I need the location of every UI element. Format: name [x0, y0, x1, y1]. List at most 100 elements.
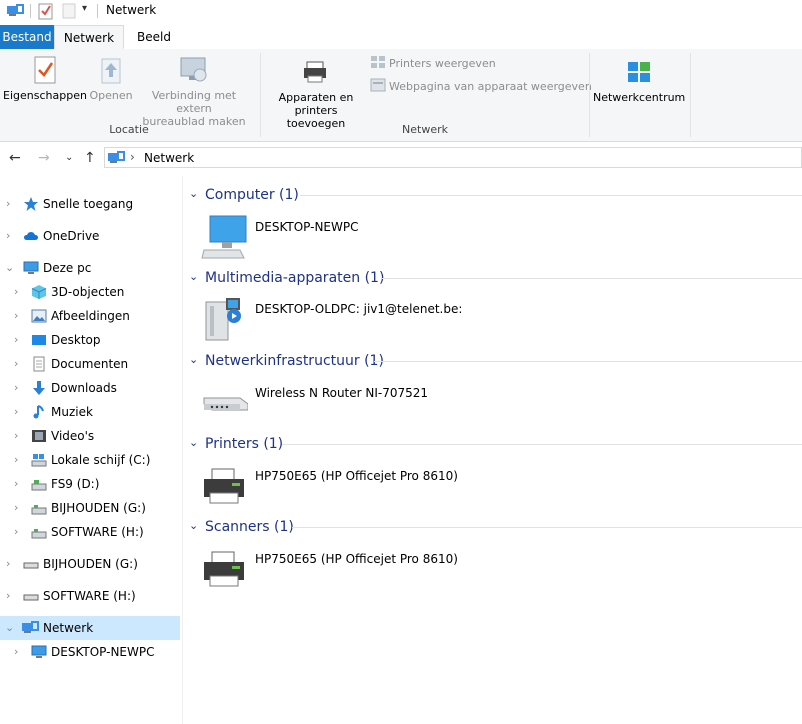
sidebar-item-3d-objecten[interactable]: › 3D-objecten — [0, 280, 180, 304]
collapse-chevron-icon[interactable]: ⌄ — [5, 261, 14, 274]
group-title: Multimedia-apparaten (1) — [205, 270, 385, 286]
tab-netwerk[interactable]: Netwerk — [54, 25, 124, 49]
computer-icon — [31, 645, 47, 658]
group-divider — [282, 444, 802, 445]
collapse-chevron-icon[interactable]: ⌄ — [189, 187, 198, 200]
sidebar-item-label: Afbeeldingen — [51, 309, 130, 323]
expand-chevron-icon[interactable]: › — [6, 557, 10, 570]
sidebar-item-label: Netwerk — [43, 621, 94, 635]
sidebar-item-desktop[interactable]: › Desktop — [0, 328, 180, 352]
desktop-icon — [32, 335, 46, 345]
sidebar-item-label: Desktop — [51, 333, 101, 347]
expand-chevron-icon[interactable]: › — [6, 197, 10, 210]
add-printer-icon — [304, 61, 326, 83]
sidebar-item-label: Deze pc — [43, 261, 92, 275]
address-bar[interactable]: › Netwerk — [104, 147, 802, 168]
sidebar-item-netwerk[interactable]: ⌄ Netwerk — [0, 616, 180, 640]
new-folder-icon[interactable] — [62, 3, 76, 19]
expand-chevron-icon[interactable]: › — [14, 381, 18, 394]
group-header-printers[interactable]: ⌄ Printers (1) — [189, 436, 284, 454]
expand-chevron-icon[interactable]: › — [14, 429, 18, 442]
device-item-desktop-oldpc[interactable]: DESKTOP-OLDPC: jiv1@telenet.be: — [200, 296, 462, 346]
collapse-chevron-icon[interactable]: ⌄ — [5, 621, 14, 634]
title-bar: ▾ Netwerk — [0, 0, 802, 22]
device-item-scanner-hp750e65[interactable]: HP750E65 (HP Officejet Pro 8610) — [200, 546, 480, 596]
customize-toolbar-chevron-icon[interactable]: ▾ — [82, 3, 87, 14]
sidebar-item-snelle-toegang[interactable]: › Snelle toegang — [0, 192, 180, 216]
cloud-icon — [24, 232, 38, 240]
eigenschappen-label: Eigenschappen — [3, 89, 87, 102]
recent-locations-chevron-icon[interactable]: ⌄ — [65, 152, 73, 163]
sidebar-item-label: SOFTWARE (H:) — [43, 589, 136, 603]
sidebar-item-label: BIJHOUDEN (G:) — [43, 557, 138, 571]
properties-icon[interactable] — [38, 2, 54, 20]
expand-chevron-icon[interactable]: › — [14, 501, 18, 514]
sidebar-item-downloads[interactable]: › Downloads — [0, 376, 180, 400]
sidebar-item-muziek[interactable]: › Muziek — [0, 400, 180, 424]
device-item-wireless-router[interactable]: Wireless N Router NI-707521 — [200, 380, 460, 430]
expand-chevron-icon[interactable]: › — [6, 589, 10, 602]
netwerkcentrum-button[interactable]: Netwerkcentrum — [593, 59, 685, 104]
expand-chevron-icon[interactable]: › — [14, 405, 18, 418]
device-label: HP750E65 (HP Officejet Pro 8610) — [255, 552, 458, 566]
star-icon — [24, 197, 38, 211]
expand-chevron-icon[interactable]: › — [14, 357, 18, 370]
webpagina-apparaat-button[interactable]: Webpagina van apparaat weergeven — [370, 78, 592, 94]
group-header-scanners[interactable]: ⌄ Scanners (1) — [189, 519, 294, 537]
back-arrow-icon[interactable]: ← — [9, 150, 21, 166]
drive-icon — [23, 562, 39, 569]
sidebar-item-documenten[interactable]: › Documenten — [0, 352, 180, 376]
printers-weergeven-button[interactable]: Printers weergeven — [370, 55, 496, 71]
sidebar-item-onedrive[interactable]: › OneDrive — [0, 224, 180, 248]
apparaten-printers-toevoegen-button[interactable]: Apparaten en printers toevoegen — [264, 59, 368, 130]
sidebar-item-software-h[interactable]: › SOFTWARE (H:) — [0, 584, 180, 608]
collapse-chevron-icon[interactable]: ⌄ — [189, 353, 198, 366]
group-header-netwerkinfrastructuur[interactable]: ⌄ Netwerkinfrastructuur (1) — [189, 353, 384, 371]
sidebar-item-fs9-d[interactable]: › FS9 (D:) — [0, 472, 180, 496]
group-separator — [589, 53, 590, 137]
device-item-desktop-newpc[interactable]: DESKTOP-NEWPC — [200, 214, 460, 264]
group-title: Printers (1) — [205, 436, 284, 452]
video-icon — [32, 430, 46, 442]
collapse-chevron-icon[interactable]: ⌄ — [189, 436, 198, 449]
network-icon[interactable] — [6, 3, 24, 19]
ribbon: Eigenschappen Openen Verbinding met exte… — [0, 49, 802, 142]
sidebar-item-afbeeldingen[interactable]: › Afbeeldingen — [0, 304, 180, 328]
up-arrow-icon[interactable]: ↑ — [84, 150, 96, 166]
expand-chevron-icon[interactable]: › — [14, 477, 18, 490]
forward-arrow-icon[interactable]: → — [38, 150, 50, 166]
eigenschappen-button[interactable]: Eigenschappen — [3, 55, 87, 102]
collapse-chevron-icon[interactable]: ⌄ — [189, 270, 198, 283]
group-header-multimedia-apparaten[interactable]: ⌄ Multimedia-apparaten (1) — [189, 270, 385, 288]
expand-chevron-icon[interactable]: › — [14, 453, 18, 466]
collapse-chevron-icon[interactable]: ⌄ — [189, 519, 198, 532]
breadcrumb-netwerk[interactable]: Netwerk — [144, 151, 194, 165]
sidebar-item-label: OneDrive — [43, 229, 100, 243]
group-title: Netwerkinfrastructuur (1) — [205, 353, 384, 369]
sidebar-item-videos[interactable]: › Video's — [0, 424, 180, 448]
music-icon — [33, 405, 44, 419]
verbinding-extern-bureaublad-button[interactable]: Verbinding met extern bureaublad maken — [136, 55, 252, 128]
router-icon — [203, 397, 248, 411]
sidebar-item-desktop-newpc[interactable]: › DESKTOP-NEWPC — [0, 640, 180, 664]
expand-chevron-icon[interactable]: › — [14, 333, 18, 346]
expand-chevron-icon[interactable]: › — [14, 645, 18, 658]
sidebar-item-software-h[interactable]: › SOFTWARE (H:) — [0, 520, 180, 544]
group-header-computer[interactable]: ⌄ Computer (1) — [189, 187, 299, 205]
expand-chevron-icon[interactable]: › — [14, 309, 18, 322]
openen-button[interactable]: Openen — [88, 55, 134, 102]
device-item-printer-hp750e65[interactable]: HP750E65 (HP Officejet Pro 8610) — [200, 463, 480, 513]
expand-chevron-icon[interactable]: › — [14, 525, 18, 538]
tab-bestand[interactable]: Bestand — [0, 25, 54, 49]
sidebar-item-bijhouden-g[interactable]: › BIJHOUDEN (G:) — [0, 552, 180, 576]
documents-icon — [33, 356, 45, 372]
sidebar-item-deze-pc[interactable]: ⌄ Deze pc — [0, 256, 180, 280]
sidebar-item-lokale-schijf-c[interactable]: › Lokale schijf (C:) — [0, 448, 180, 472]
expand-chevron-icon[interactable]: › — [14, 285, 18, 298]
pane-divider[interactable] — [182, 176, 183, 724]
expand-chevron-icon[interactable]: › — [6, 229, 10, 242]
group-title: Computer (1) — [205, 187, 299, 203]
sidebar-item-bijhouden-g[interactable]: › BIJHOUDEN (G:) — [0, 496, 180, 520]
group-divider — [382, 278, 802, 279]
tab-beeld[interactable]: Beeld — [126, 25, 182, 49]
